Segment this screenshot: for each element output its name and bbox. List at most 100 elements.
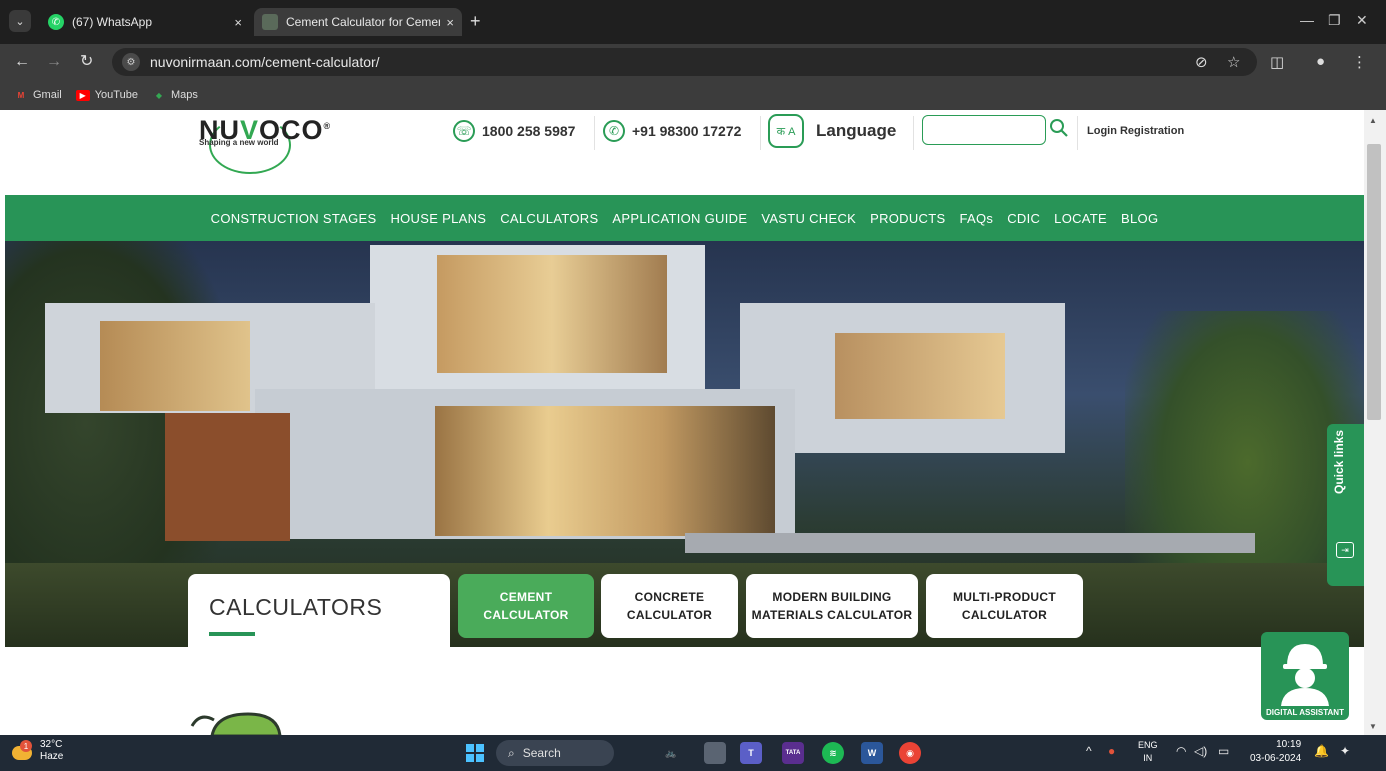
volume-icon[interactable]: ◁) <box>1194 744 1207 758</box>
url-text: nuvonirmaan.com/cement-calculator/ <box>150 54 380 70</box>
show-hidden-icons[interactable]: ^ <box>1086 744 1092 758</box>
engineer-avatar-icon <box>1281 644 1329 706</box>
phone-contact[interactable]: ☏ 1800 258 5987 <box>453 120 575 142</box>
search-input[interactable] <box>922 115 1046 145</box>
house-lower-glass <box>435 406 775 536</box>
windows-start-icon[interactable] <box>464 742 486 764</box>
browser-menu-icon[interactable]: ⋮ <box>1352 53 1367 71</box>
nav-vastu-check[interactable]: VASTU CHECK <box>761 211 856 226</box>
tata-play-icon[interactable]: TATA <box>782 742 804 764</box>
language-line2: IN <box>1143 753 1153 763</box>
quick-links-label: Quick links <box>1332 429 1346 494</box>
tab-cement-calculator[interactable]: Cement Calculator for Cement × <box>254 8 462 36</box>
weather-icon: 1 <box>10 740 34 762</box>
nav-faqs[interactable]: FAQs <box>959 211 993 226</box>
scrollbar-thumb[interactable] <box>1367 144 1381 420</box>
address-bar[interactable]: ⚙ nuvonirmaan.com/cement-calculator/ ⊘ ☆ <box>112 48 1257 76</box>
chrome-icon[interactable]: ◉ <box>899 742 921 764</box>
nav-application-guide[interactable]: APPLICATION GUIDE <box>612 211 747 226</box>
whatsapp-icon: ✆ <box>48 14 64 30</box>
clock-time: 10:19 <box>1276 739 1302 750</box>
nav-cdic[interactable]: CDIC <box>1007 211 1040 226</box>
nav-house-plans[interactable]: HOUSE PLANS <box>390 211 486 226</box>
login-registration-link[interactable]: Login Registration <box>1087 125 1184 137</box>
minimize-icon[interactable]: — <box>1300 12 1314 28</box>
bookmark-star-icon[interactable]: ☆ <box>1227 53 1240 71</box>
gmail-icon: M <box>17 90 25 100</box>
back-icon[interactable]: ← <box>14 52 30 72</box>
browser-tab-bar: ⌄ ✆ (67) WhatsApp × Cement Calculator fo… <box>0 0 1386 44</box>
tab-close-icon[interactable]: × <box>234 15 242 30</box>
tab-whatsapp[interactable]: ✆ (67) WhatsApp × <box>40 8 250 36</box>
weather-widget[interactable]: 1 32°C Haze <box>10 739 63 763</box>
divider <box>760 116 761 150</box>
maps-icon: ◆ <box>155 90 163 100</box>
language-selector[interactable]: क A Language <box>768 114 896 148</box>
multi-product-calculator-button[interactable]: MULTI-PRODUCT CALCULATOR <box>926 574 1083 638</box>
nav-blog[interactable]: BLOG <box>1121 211 1158 226</box>
main-navigation: CONSTRUCTION STAGES HOUSE PLANS CALCULAT… <box>5 195 1364 241</box>
scroll-up-icon[interactable]: ▲ <box>1369 116 1377 125</box>
house-upper-glass <box>437 255 667 373</box>
notification-bell-icon[interactable]: 🔔 <box>1314 744 1329 758</box>
calculators-heading: CALCULATORS <box>209 594 383 620</box>
tab-close-icon[interactable]: × <box>446 15 454 30</box>
translate-icon: क A <box>768 114 804 148</box>
divider <box>594 116 595 150</box>
reload-icon[interactable]: ↻ <box>80 52 93 72</box>
language-label: Language <box>816 121 897 140</box>
nav-construction-stages[interactable]: CONSTRUCTION STAGES <box>211 211 377 226</box>
bookmark-youtube[interactable]: ▶ YouTube <box>75 89 138 101</box>
bookmark-label: YouTube <box>94 89 138 101</box>
weather-condition: Haze <box>40 751 64 762</box>
search-icon[interactable] <box>1049 118 1069 138</box>
tracking-off-icon[interactable]: ⊘ <box>1195 53 1208 71</box>
profile-avatar[interactable]: ● <box>1316 53 1325 70</box>
taskbar-search[interactable]: ⌕ Search <box>496 740 614 766</box>
bookmark-maps[interactable]: ◆ Maps <box>152 89 198 101</box>
spotify-icon[interactable]: ≋ <box>822 742 844 764</box>
tab-search-button[interactable]: ⌄ <box>9 10 31 32</box>
whatsapp-contact[interactable]: ✆ +91 98300 17272 <box>603 120 741 142</box>
tray-app-icon[interactable]: ● <box>1108 744 1115 758</box>
mascot-illustration <box>190 712 282 735</box>
quick-links-tab[interactable]: Quick links ⇥ <box>1327 424 1364 586</box>
nav-calculators[interactable]: CALCULATORS <box>500 211 598 226</box>
word-icon[interactable]: W <box>861 742 883 764</box>
restore-icon[interactable]: ❐ <box>1328 12 1341 29</box>
site-info-icon[interactable]: ⚙ <box>122 53 140 71</box>
taskbar-search-label: Search <box>522 746 561 760</box>
scroll-down-icon[interactable]: ▼ <box>1369 722 1377 731</box>
wifi-icon[interactable]: ◠ <box>1176 744 1186 758</box>
nav-products[interactable]: PRODUCTS <box>870 211 945 226</box>
digital-assistant-button[interactable]: DIGITAL ASSISTANT <box>1261 632 1349 720</box>
teams-icon[interactable]: T <box>740 742 762 764</box>
youtube-icon: ▶ <box>75 89 90 101</box>
concrete-calculator-button[interactable]: CONCRETE CALCULATOR <box>601 574 738 638</box>
extensions-icon[interactable]: ◫ <box>1270 53 1284 71</box>
bookmark-gmail[interactable]: M Gmail <box>14 89 62 101</box>
page-scrollbar[interactable]: ▲ ▼ <box>1364 110 1386 735</box>
bicycle-widget-icon[interactable]: 🚲 <box>652 742 690 764</box>
modern-building-materials-calculator-button[interactable]: MODERN BUILDING MATERIALS CALCULATOR <box>746 574 918 638</box>
nav-locate[interactable]: LOCATE <box>1054 211 1107 226</box>
forward-icon[interactable]: → <box>46 52 62 72</box>
new-tab-button[interactable]: + <box>470 11 481 31</box>
cement-calculator-button[interactable]: CEMENT CALCULATOR <box>458 574 594 638</box>
digital-assistant-label: DIGITAL ASSISTANT <box>1266 708 1344 717</box>
house-right-glass <box>835 333 1005 419</box>
nuvoco-logo[interactable]: NUVOCO® Shaping a new world <box>195 110 330 174</box>
task-view-icon[interactable] <box>704 742 726 764</box>
battery-icon[interactable]: ▭ <box>1218 744 1229 758</box>
bookmarks-bar: M Gmail ▶ YouTube ◆ Maps <box>0 80 1386 110</box>
clock[interactable]: 10:19 03-06-2024 <box>1250 738 1301 766</box>
copilot-icon[interactable]: ✦ <box>1340 744 1350 758</box>
web-page: NUVOCO® Shaping a new world ☏ 1800 258 5… <box>0 110 1364 735</box>
windows-taskbar: 1 32°C Haze ⌕ Search 🚲 T TATA ≋ W ◉ ^ ● … <box>0 735 1386 771</box>
terrace-deck <box>685 533 1255 553</box>
whatsapp-number: +91 98300 17272 <box>632 123 742 139</box>
close-window-icon[interactable]: ✕ <box>1356 12 1368 29</box>
language-indicator[interactable]: ENG IN <box>1138 739 1158 765</box>
calculators-heading-panel: CALCULATORS <box>188 574 450 650</box>
divider <box>913 116 914 150</box>
